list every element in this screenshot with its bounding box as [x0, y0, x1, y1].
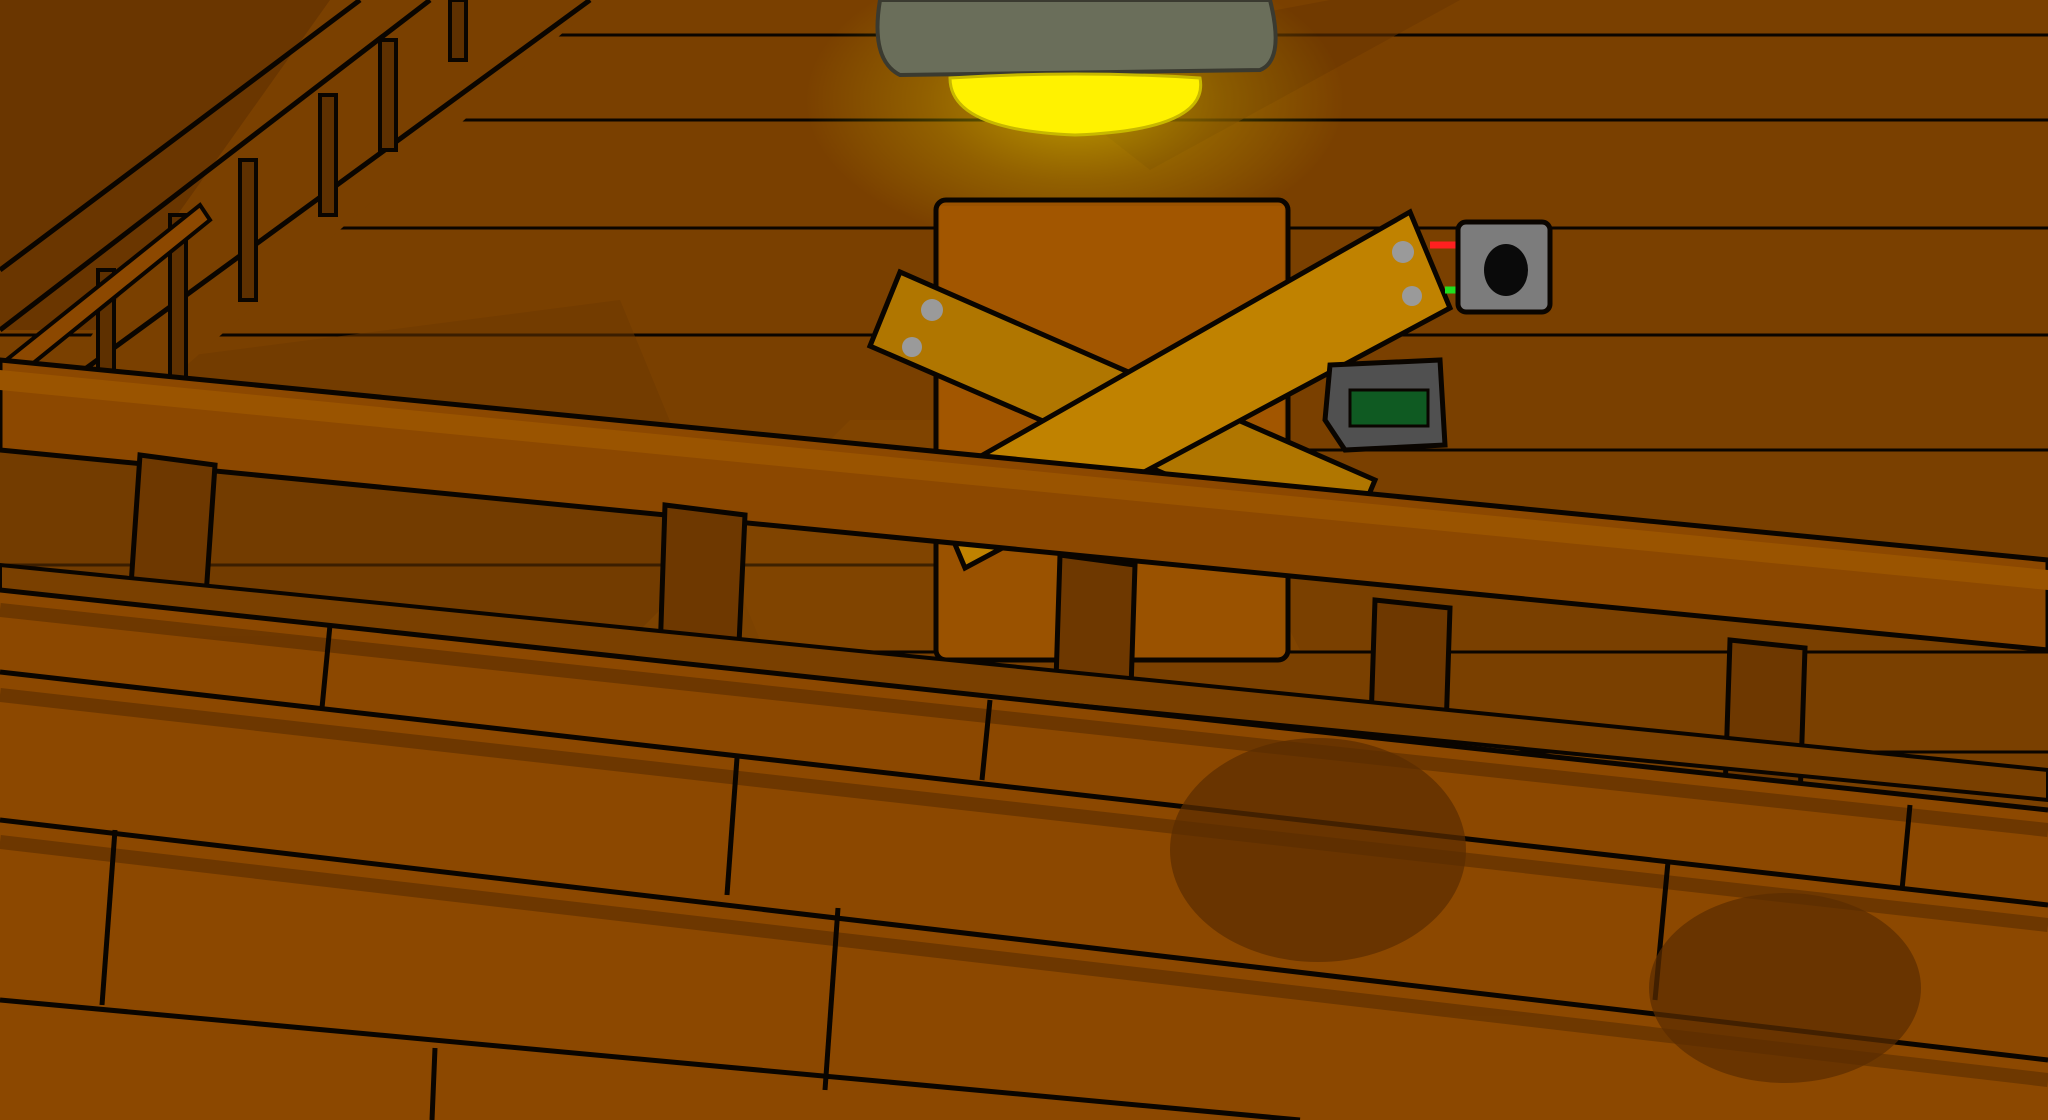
keypad-icon[interactable] — [1322, 357, 1448, 453]
scene-canvas — [0, 0, 2048, 1120]
wall-socket-icon[interactable] — [1455, 219, 1553, 315]
game-scene — [0, 0, 2048, 1120]
